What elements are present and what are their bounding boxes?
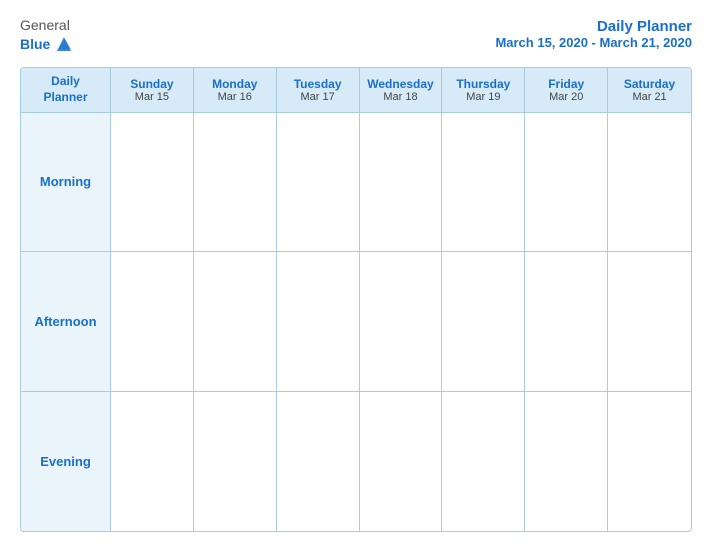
calendar-header-col-6: Saturday Mar 21 (608, 68, 691, 111)
calendar-header-col-4: Thursday Mar 19 (442, 68, 525, 111)
calendar: Daily Planner Sunday Mar 15 Monday Mar 1… (20, 67, 692, 532)
cell-0-0[interactable] (111, 113, 194, 252)
logo: General Blue (20, 18, 75, 55)
cell-1-0[interactable] (111, 252, 194, 391)
cell-2-1[interactable] (194, 392, 277, 531)
logo-blue-text: Blue (20, 37, 50, 52)
cell-0-6[interactable] (608, 113, 691, 252)
col-date-2: Mar 17 (301, 91, 335, 103)
cell-0-2[interactable] (277, 113, 360, 252)
calendar-row-2: Evening (21, 392, 691, 531)
calendar-body: MorningAfternoonEvening (21, 113, 691, 531)
calendar-header-col-5: Friday Mar 20 (525, 68, 608, 111)
cell-1-6[interactable] (608, 252, 691, 391)
col-day-6: Saturday (624, 77, 675, 91)
cell-2-4[interactable] (442, 392, 525, 531)
calendar-header-col-3: Wednesday Mar 18 (360, 68, 443, 111)
header-title: Daily Planner (495, 18, 692, 35)
cell-1-1[interactable] (194, 252, 277, 391)
col-date-0: Mar 15 (135, 91, 169, 103)
cell-2-3[interactable] (360, 392, 443, 531)
row-label-0: Morning (21, 113, 111, 252)
logo-general-text: General (20, 18, 75, 33)
col-day-2: Tuesday (294, 77, 342, 91)
header-right: Daily Planner March 15, 2020 - March 21,… (495, 18, 692, 50)
page: General Blue Daily Planner March 15, 202… (0, 0, 712, 550)
calendar-header-col-1: Monday Mar 16 (194, 68, 277, 111)
col-day-4: Thursday (456, 77, 510, 91)
cell-0-1[interactable] (194, 113, 277, 252)
header-date: March 15, 2020 - March 21, 2020 (495, 35, 692, 50)
col-day-3: Wednesday (367, 77, 433, 91)
cell-1-3[interactable] (360, 252, 443, 391)
calendar-row-1: Afternoon (21, 252, 691, 392)
col-date-4: Mar 19 (466, 91, 500, 103)
calendar-daily-label: Daily (51, 74, 80, 90)
cell-1-2[interactable] (277, 252, 360, 391)
col-date-1: Mar 16 (218, 91, 252, 103)
col-date-5: Mar 20 (549, 91, 583, 103)
calendar-row-0: Morning (21, 113, 691, 253)
calendar-header-col-0: Sunday Mar 15 (111, 68, 194, 111)
calendar-header-label-cell: Daily Planner (21, 68, 111, 111)
row-label-2: Evening (21, 392, 111, 531)
cell-1-5[interactable] (525, 252, 608, 391)
cell-2-0[interactable] (111, 392, 194, 531)
row-label-1: Afternoon (21, 252, 111, 391)
calendar-header-col-2: Tuesday Mar 17 (277, 68, 360, 111)
col-date-3: Mar 18 (383, 91, 417, 103)
cell-1-4[interactable] (442, 252, 525, 391)
calendar-header-row: Daily Planner Sunday Mar 15 Monday Mar 1… (21, 68, 691, 112)
cell-0-5[interactable] (525, 113, 608, 252)
col-day-0: Sunday (130, 77, 173, 91)
col-day-5: Friday (548, 77, 584, 91)
header: General Blue Daily Planner March 15, 202… (20, 18, 692, 55)
cell-2-2[interactable] (277, 392, 360, 531)
col-day-1: Monday (212, 77, 257, 91)
cell-2-6[interactable] (608, 392, 691, 531)
cell-0-3[interactable] (360, 113, 443, 252)
calendar-planner-label: Planner (43, 90, 87, 106)
logo-icon (53, 33, 75, 55)
col-date-6: Mar 21 (632, 91, 666, 103)
cell-0-4[interactable] (442, 113, 525, 252)
cell-2-5[interactable] (525, 392, 608, 531)
